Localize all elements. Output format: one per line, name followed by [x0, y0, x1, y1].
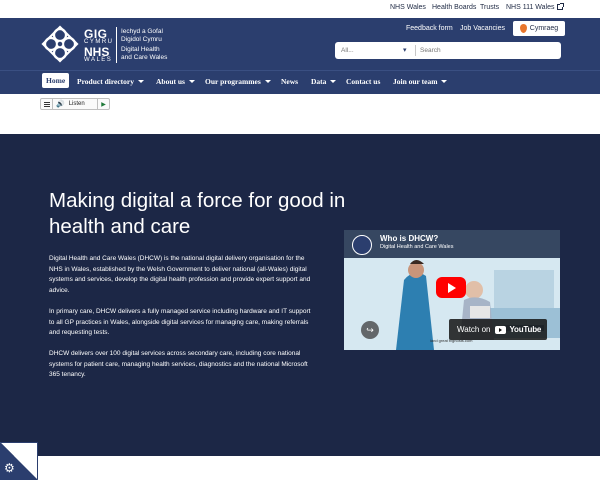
nav-item-join-our-team[interactable]: Join our team [393, 77, 448, 86]
chevron-down-icon [441, 80, 448, 83]
chevron-down-icon [138, 80, 145, 83]
nav-item-our-programmes[interactable]: Our programmes [205, 77, 271, 86]
channel-avatar[interactable] [352, 235, 372, 255]
nav-item-label: Contact us [346, 77, 381, 86]
listen-button[interactable]: Listen [69, 101, 97, 107]
link-trusts[interactable]: Trusts [480, 4, 499, 11]
link-nhs-wales[interactable]: NHS Wales [390, 4, 426, 11]
chevron-down-icon [330, 80, 337, 83]
search-bar: All... ▾ [335, 42, 561, 59]
job-vacancies-link[interactable]: Job Vacancies [460, 25, 505, 32]
watch-on-youtube-button[interactable]: Watch on YouTube [449, 319, 547, 340]
share-icon[interactable]: ↪ [361, 321, 379, 339]
nav-item-news[interactable]: News [281, 77, 298, 86]
utility-bar: NHS Wales Health Boards Trusts NHS 111 W… [0, 0, 600, 18]
nav-item-about-us[interactable]: About us [156, 77, 195, 86]
feedback-form-link[interactable]: Feedback form [406, 25, 453, 32]
youtube-wordmark: YouTube [509, 325, 542, 334]
video-brand-stamp: iand great tvghosts.com [430, 338, 473, 343]
main-nav: Home Product directory About us Our prog… [0, 70, 600, 94]
language-toggle-button[interactable]: Cymraeg [513, 21, 565, 36]
search-divider [415, 45, 416, 56]
nav-item-label: About us [156, 77, 185, 86]
hero-title: Making digital a force for good in healt… [49, 189, 346, 238]
nav-item-contact-us[interactable]: Contact us [346, 77, 380, 86]
logo-english-line-1: Digital Health [121, 46, 160, 53]
nav-item-data[interactable]: Data [311, 77, 337, 86]
nav-item-home[interactable]: Home [42, 73, 70, 88]
logo-knot-icon[interactable] [40, 24, 80, 64]
site-header: GIG CYMRU NHS WALES Iechyd a Gofal Digid… [0, 18, 600, 70]
logo-welsh-line-1: Iechyd a Gofal [121, 28, 163, 35]
link-nhs-111-wales[interactable]: NHS 111 Wales [506, 3, 564, 11]
hero-paragraph-3: DHCW delivers over 100 digital services … [49, 350, 308, 378]
youtube-logo-icon [494, 325, 506, 334]
external-link-icon [556, 3, 564, 10]
play-icon[interactable]: ▶ [97, 99, 109, 109]
cookie-settings-button[interactable]: ⚙ [0, 442, 38, 480]
nav-item-label: Data [311, 77, 327, 86]
nav-item-product-directory[interactable]: Product directory [77, 77, 145, 86]
speaker-icon: 🔊 [56, 101, 65, 108]
nav-item-label: Join our team [393, 77, 438, 86]
watch-on-label: Watch on [457, 325, 491, 334]
play-icon [448, 282, 456, 293]
hero-paragraph-1: Digital Health and Care Wales (DHCW) is … [49, 255, 311, 294]
chevron-down-icon [264, 80, 271, 83]
hero-paragraph-2: In primary care, DHCW delivers a fully m… [49, 308, 311, 336]
chevron-down-icon [188, 80, 195, 83]
nav-item-label: Our programmes [205, 77, 261, 86]
video-title[interactable]: Who is DHCW? [380, 234, 438, 243]
listen-toolbar: 🔊 Listen ▶ [40, 98, 110, 110]
logo-english-line-2: and Care Wales [121, 54, 168, 61]
chevron-down-icon: ▾ [403, 47, 407, 54]
nav-item-label: News [281, 77, 299, 86]
nav-item-label: Product directory [77, 77, 135, 86]
link-health-boards[interactable]: Health Boards [432, 4, 476, 11]
youtube-video-embed[interactable]: Who is DHCW? Digital Health and Care Wal… [344, 230, 560, 350]
logo-divider [116, 27, 117, 63]
video-channel-name[interactable]: Digital Health and Care Wales [380, 244, 453, 250]
logo-welsh-line-2: Digidol Cymru [121, 36, 162, 43]
dragon-icon [519, 24, 527, 33]
nav-item-label: Home [46, 76, 66, 85]
gear-icon: ⚙ [4, 461, 15, 475]
logo-wales-text: WALES [84, 57, 113, 63]
search-input[interactable] [417, 43, 559, 58]
language-toggle-label: Cymraeg [529, 25, 559, 32]
link-nhs-111-label: NHS 111 Wales [506, 4, 555, 11]
menu-icon[interactable] [41, 99, 53, 109]
youtube-play-button[interactable] [436, 277, 466, 298]
